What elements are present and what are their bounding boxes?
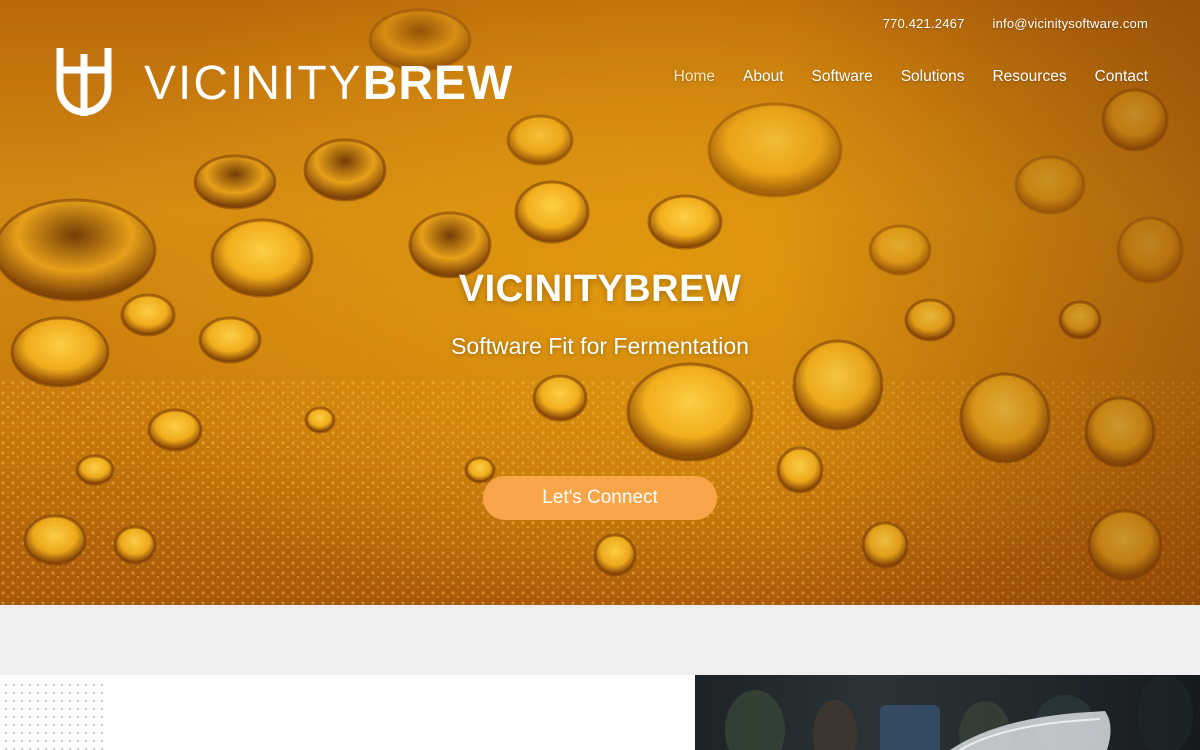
nav-item-home[interactable]: Home bbox=[674, 68, 715, 86]
nav-item-solutions[interactable]: Solutions bbox=[901, 68, 965, 86]
dot-pattern-decoration bbox=[2, 681, 106, 750]
email-link[interactable]: info@vicinitysoftware.com bbox=[993, 16, 1148, 31]
lower-section bbox=[0, 675, 1200, 750]
hero-title: VICINITYBREW bbox=[458, 268, 742, 310]
site-logo[interactable]: VICINITYBREW bbox=[54, 48, 513, 120]
brewery-photo bbox=[695, 675, 1200, 750]
logo-wordmark: VICINITYBREW bbox=[144, 60, 513, 108]
logo-text-bold: BREW bbox=[362, 57, 514, 110]
lets-connect-button[interactable]: Let's Connect bbox=[483, 476, 717, 520]
section-divider-band bbox=[0, 605, 1200, 675]
nav-item-software[interactable]: Software bbox=[812, 68, 873, 86]
brewery-photo-image bbox=[725, 675, 1193, 750]
hero-subtitle: Software Fit for Fermentation bbox=[451, 333, 749, 359]
phone-link[interactable]: 770.421.2467 bbox=[883, 16, 965, 31]
contact-bar: 770.421.2467 info@vicinitysoftware.com bbox=[883, 16, 1148, 31]
nav-item-resources[interactable]: Resources bbox=[992, 68, 1066, 86]
nav-item-contact[interactable]: Contact bbox=[1095, 68, 1148, 86]
logo-text-light: VICINITY bbox=[144, 57, 363, 110]
main-nav: Home About Software Solutions Resources … bbox=[674, 68, 1148, 86]
hero-section: 770.421.2467 info@vicinitysoftware.com V… bbox=[0, 0, 1200, 605]
vicinity-brew-logo-icon bbox=[56, 48, 112, 116]
nav-item-about[interactable]: About bbox=[743, 68, 784, 86]
